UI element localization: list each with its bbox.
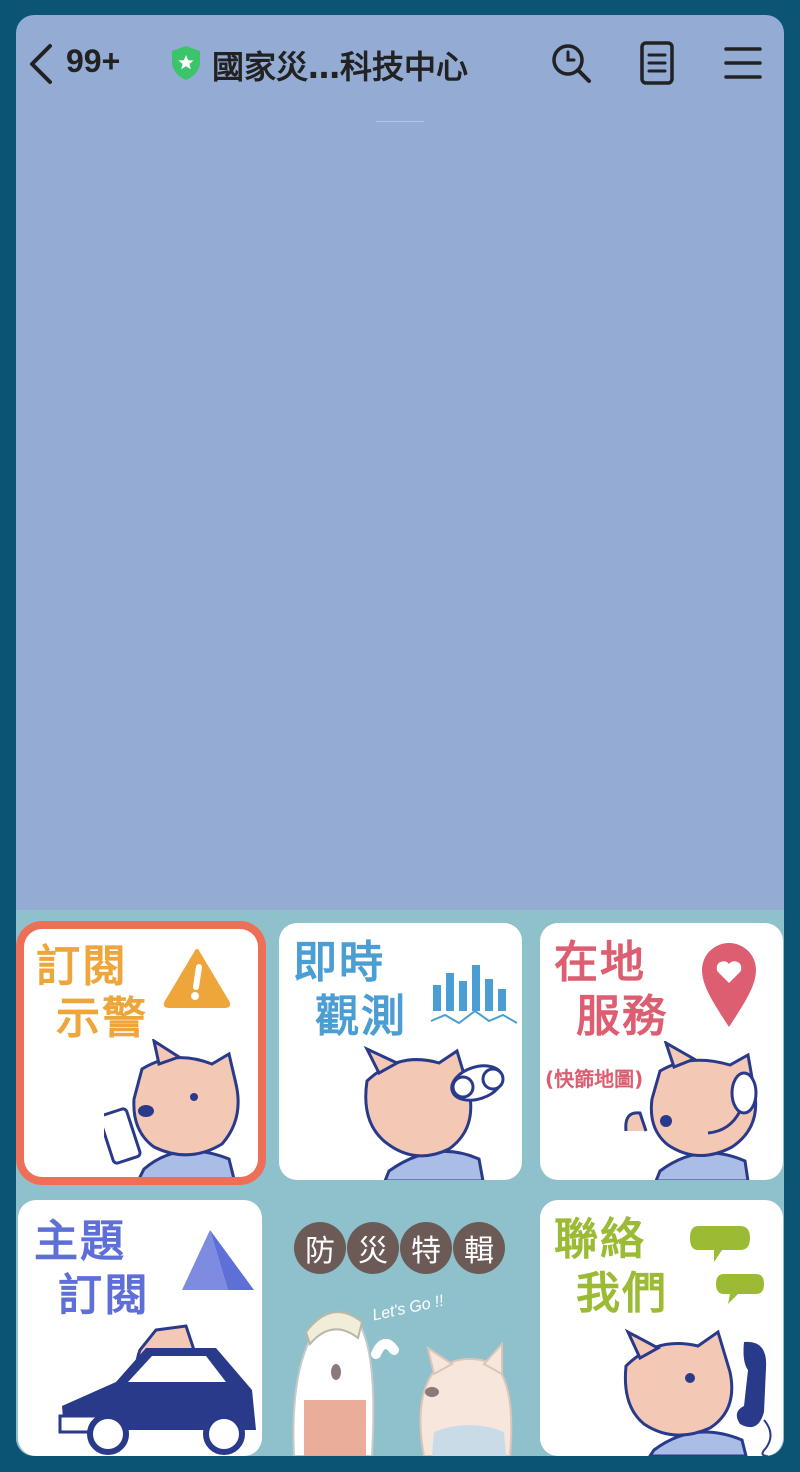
verified-shield-icon xyxy=(172,46,200,80)
tile-label-line1: 主題 xyxy=(34,1216,126,1267)
bar-graph-icon xyxy=(430,965,518,1025)
title-char-2: 災 xyxy=(347,1222,399,1274)
tent-icon xyxy=(182,1230,254,1290)
chat-header: 99+ 國家災…科技中心 xyxy=(16,15,784,115)
title-char-1: 防 xyxy=(294,1222,346,1274)
menu-button[interactable] xyxy=(719,39,767,87)
topic-subscribe-tile[interactable]: 主題 訂閱 xyxy=(18,1200,262,1456)
tile-label-line2: 觀測 xyxy=(315,991,407,1042)
document-icon xyxy=(640,41,674,85)
dog-with-phone-illustration xyxy=(104,1039,240,1177)
local-service-tile[interactable]: 在地 服務 (快篩地圖) xyxy=(540,923,783,1180)
tile-label-line1: 即時 xyxy=(293,937,385,988)
dog-driving-car-illustration xyxy=(58,1324,256,1455)
map-pin-heart-icon xyxy=(702,943,756,1027)
title-char-3: 特 xyxy=(400,1222,452,1274)
tile-label-line2: 服務 xyxy=(576,991,668,1042)
tile-label-line1: 訂閱 xyxy=(36,941,128,992)
warning-icon xyxy=(163,949,231,1008)
notes-button[interactable] xyxy=(633,39,681,87)
hamburger-menu-icon xyxy=(724,47,762,79)
tile-label-line1: 聯絡 xyxy=(554,1214,646,1265)
dog-with-telephone-illustration xyxy=(623,1328,772,1456)
tile-label-line2: 示警 xyxy=(56,993,148,1044)
app-window: 99+ 國家災…科技中心 訂閱 示警 即時 觀測 在地 服務 (快篩地圖) 主題… xyxy=(16,15,784,1456)
unread-count[interactable]: 99+ xyxy=(66,43,120,80)
contact-us-tile[interactable]: 聯絡 我們 xyxy=(540,1200,783,1456)
special-title-bubbles: 防 災 特 輯 xyxy=(294,1222,505,1274)
header-divider xyxy=(376,121,424,122)
chat-bubbles-icon xyxy=(690,1226,764,1304)
search-icon xyxy=(552,44,591,83)
mascots-illustration xyxy=(292,1311,513,1456)
dog-with-headset-illustration xyxy=(624,1041,758,1180)
tile-label-line1: 在地 xyxy=(554,937,646,988)
dog-with-binoculars-illustration xyxy=(363,1045,505,1180)
tile-label-line2: 訂閱 xyxy=(58,1270,150,1321)
chevron-left-icon xyxy=(30,44,52,84)
chat-title[interactable]: 國家災…科技中心 xyxy=(212,42,468,88)
search-button[interactable] xyxy=(547,39,595,87)
disaster-prevention-special-tile[interactable]: 防 災 特 輯 Let's Go !! xyxy=(276,1200,524,1456)
tile-label-line2: 我們 xyxy=(576,1268,668,1319)
rich-menu: 訂閱 示警 即時 觀測 在地 服務 (快篩地圖) 主題 訂閱 防 災 特 輯 L… xyxy=(16,910,784,1456)
realtime-observation-tile[interactable]: 即時 觀測 xyxy=(279,923,522,1180)
subscribe-alert-tile[interactable]: 訂閱 示警 xyxy=(24,929,258,1177)
chat-area[interactable] xyxy=(16,125,784,910)
title-char-4: 輯 xyxy=(453,1222,505,1274)
